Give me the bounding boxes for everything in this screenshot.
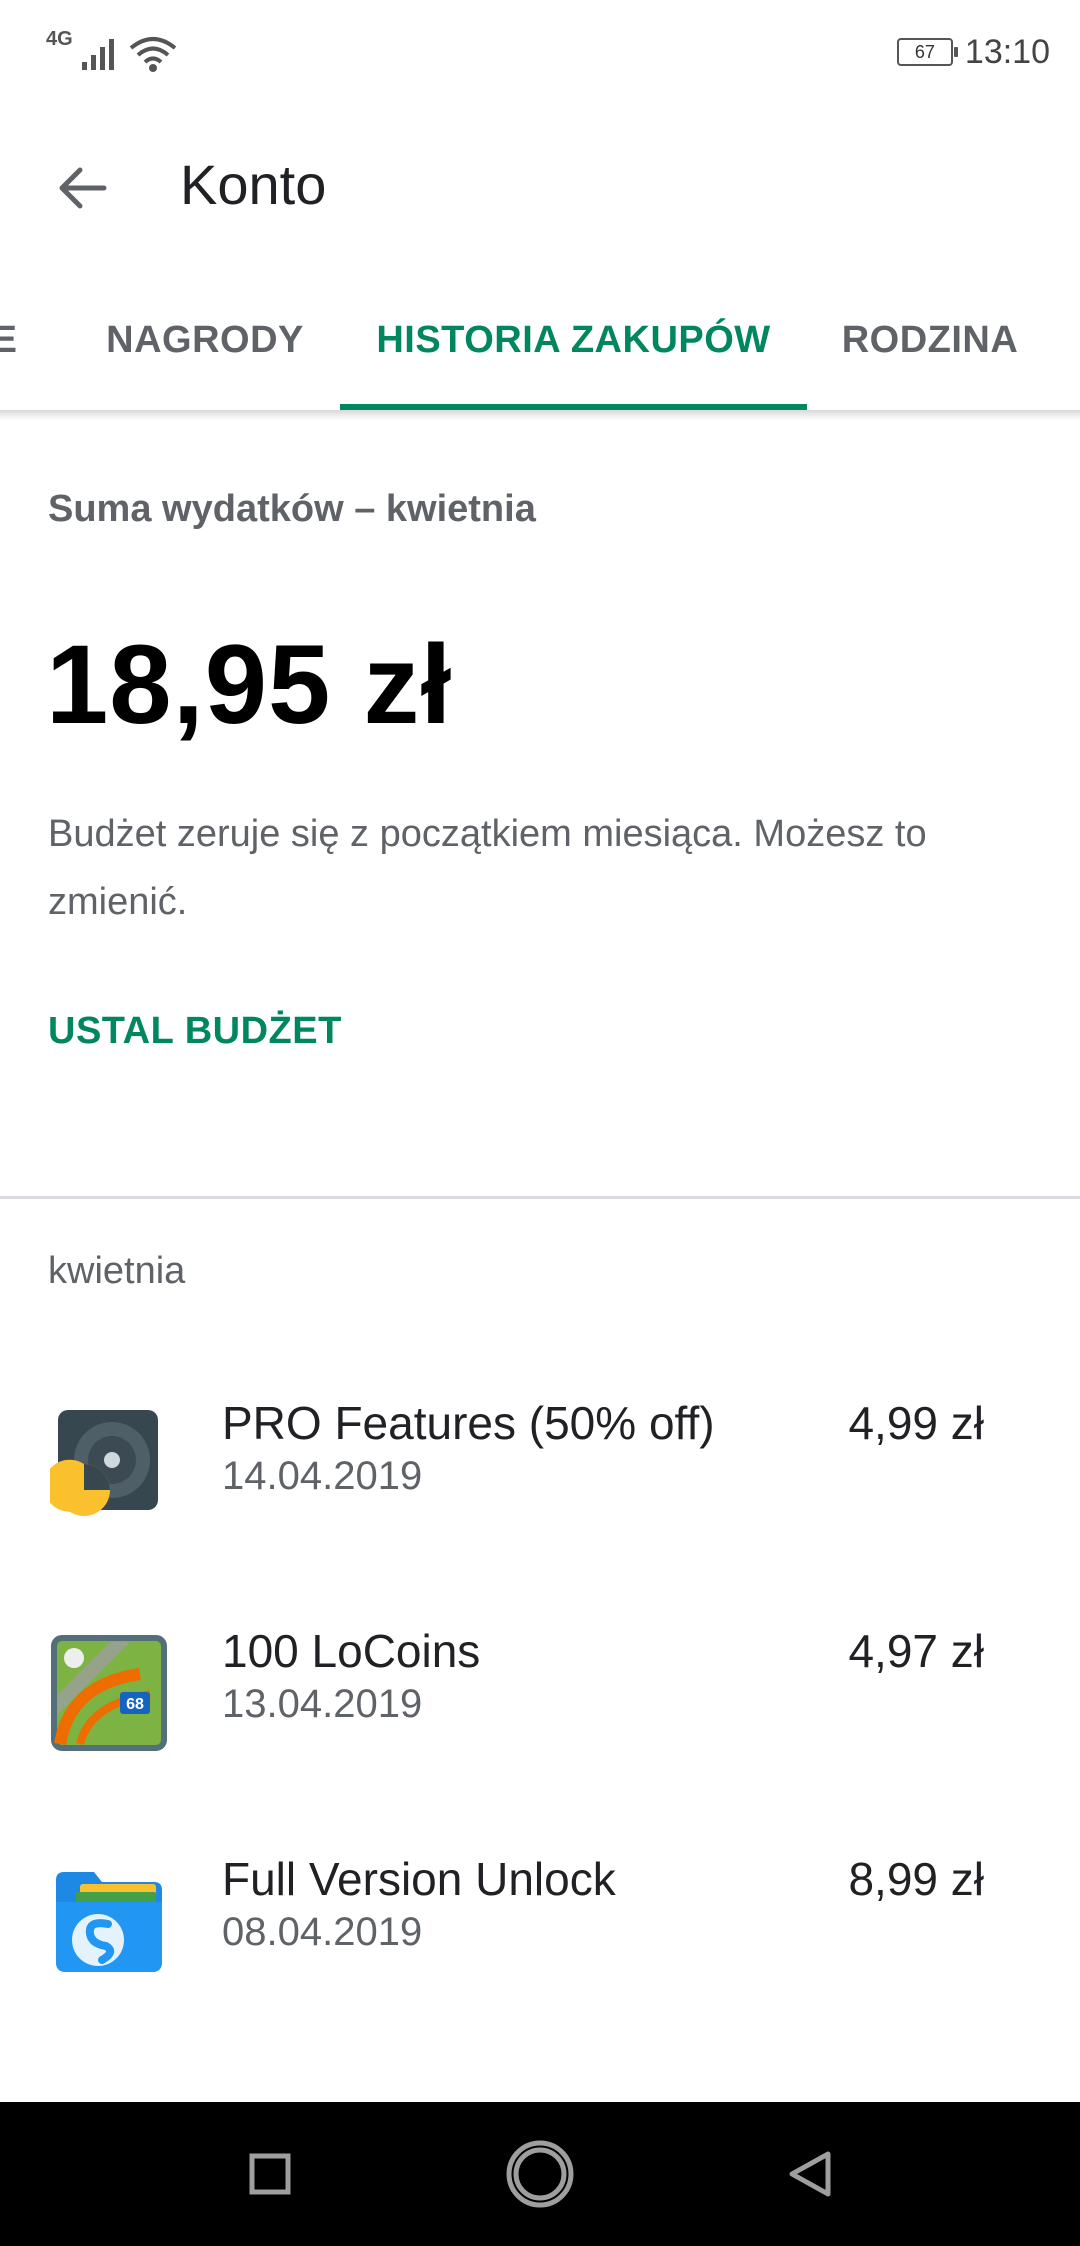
app-bar: Konto [0,100,1080,270]
purchase-name: Full Version Unlock [222,1853,616,1905]
clock: 13:10 [964,32,1050,71]
purchase-item[interactable]: PRO Features (50% off) 14.04.2019 4,99 z… [0,1388,1080,1588]
purchase-price: 8,99 zł [848,1853,984,1905]
square-icon [249,2153,291,2195]
tab-nagrody[interactable]: NAGRODY [90,270,320,410]
back-button[interactable] [44,150,120,226]
battery-icon: 67 [896,38,958,66]
system-navigation-bar [0,2102,1080,2246]
purchase-price: 4,97 zł [848,1625,984,1677]
tab-bar: JE NAGRODY HISTORIA ZAKUPÓW RODZINA [0,270,1080,410]
home-button[interactable] [500,2134,580,2214]
back-arrow-icon [59,167,107,209]
locus-map-app-icon: 68 [51,1635,167,1751]
purchase-item[interactable]: 68 100 LoCoins 13.04.2019 4,97 zł [0,1616,1080,1816]
purchase-name: 100 LoCoins [222,1625,481,1677]
month-header: kwietnia [48,1250,186,1292]
purchase-name: PRO Features (50% off) [222,1397,715,1449]
tab-bar-shadow [0,410,1080,420]
purchase-price: 4,99 zł [848,1397,984,1449]
budget-description: Budżet zeruje się z początkiem miesiąca.… [48,813,927,923]
purchase-date: 14.04.2019 [222,1454,423,1498]
svg-text:68: 68 [126,1696,144,1713]
network-type: 4G [46,28,73,50]
tab-partial[interactable]: JE [0,270,50,410]
page-title: Konto [180,153,327,216]
status-bar: 4G 67 13:10 [0,0,1080,100]
file-manager-app-icon [56,1872,162,1972]
tab-historia-zakupow[interactable]: HISTORIA ZAKUPÓW [340,270,807,410]
analytics-app-icon [50,1410,158,1516]
purchase-date: 08.04.2019 [222,1910,423,1954]
spending-summary-label: Suma wydatków – kwietnia [48,488,536,530]
status-icons-right: 67 13:10 [896,30,1050,74]
signal-icon [82,39,114,70]
spending-total: 18,95 zł [46,622,453,747]
recents-button[interactable] [230,2134,310,2214]
back-nav-button[interactable] [770,2134,850,2214]
purchase-date: 13.04.2019 [222,1682,423,1726]
circle-icon [506,2140,574,2208]
set-budget-button[interactable]: USTAL BUDŻET [48,1010,342,1053]
battery-level: 67 [914,42,935,62]
tab-rodzina[interactable]: RODZINA [830,270,1030,410]
triangle-back-icon [789,2151,831,2197]
wifi-icon [129,37,177,72]
purchase-item[interactable]: Full Version Unlock 08.04.2019 8,99 zł [0,1844,1080,2044]
section-divider [0,1196,1080,1199]
